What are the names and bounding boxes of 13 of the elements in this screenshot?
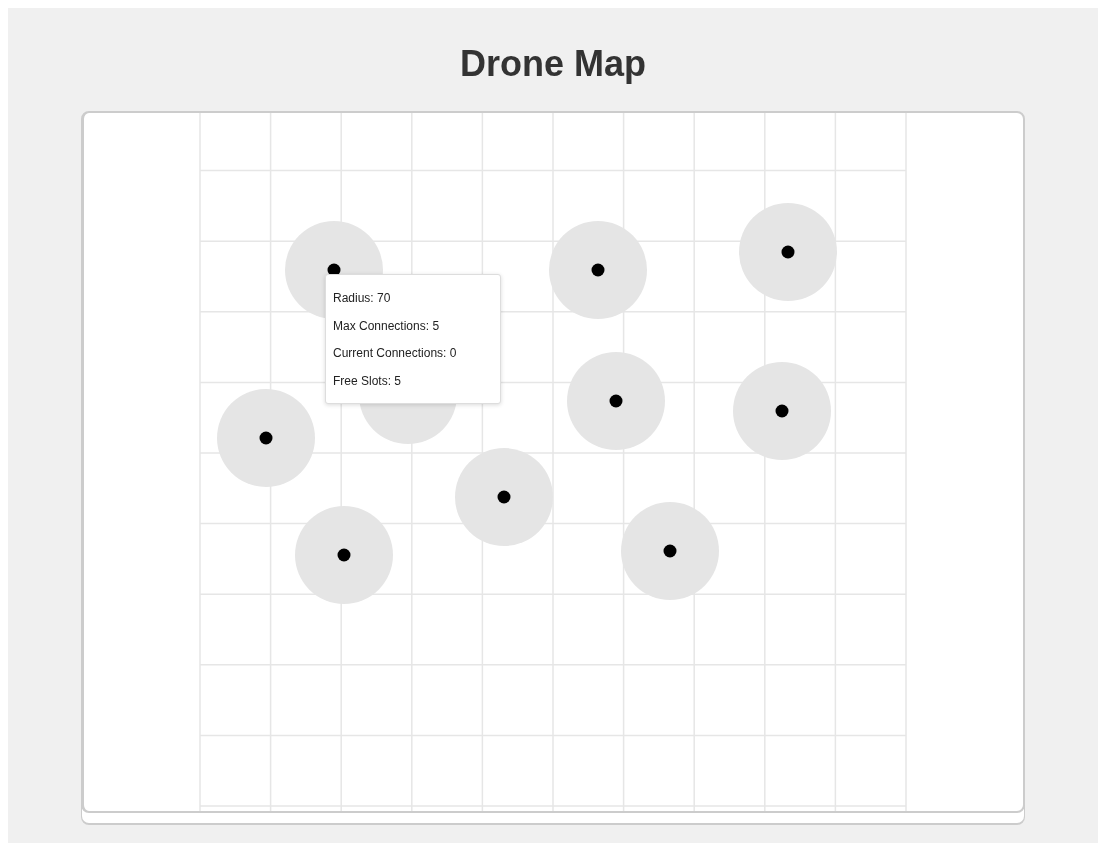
tooltip-text: Max Connections: 5 — [333, 318, 441, 334]
drone-dot[interactable] — [663, 544, 677, 558]
drone-dot[interactable] — [337, 548, 351, 562]
tooltip-text: Free Slots: 5 — [333, 373, 403, 389]
page-title: Drone Map — [460, 44, 646, 84]
tooltip-text: Radius: 70 — [333, 291, 392, 307]
drone-dot[interactable] — [259, 431, 273, 445]
drone-dot[interactable] — [781, 245, 795, 259]
tooltip-text: Current Connections: 0 — [333, 346, 458, 362]
drone-dot[interactable] — [591, 263, 605, 277]
drone-dot[interactable] — [775, 404, 789, 418]
drone-dot[interactable] — [609, 394, 623, 408]
drone-dot[interactable] — [497, 490, 511, 504]
